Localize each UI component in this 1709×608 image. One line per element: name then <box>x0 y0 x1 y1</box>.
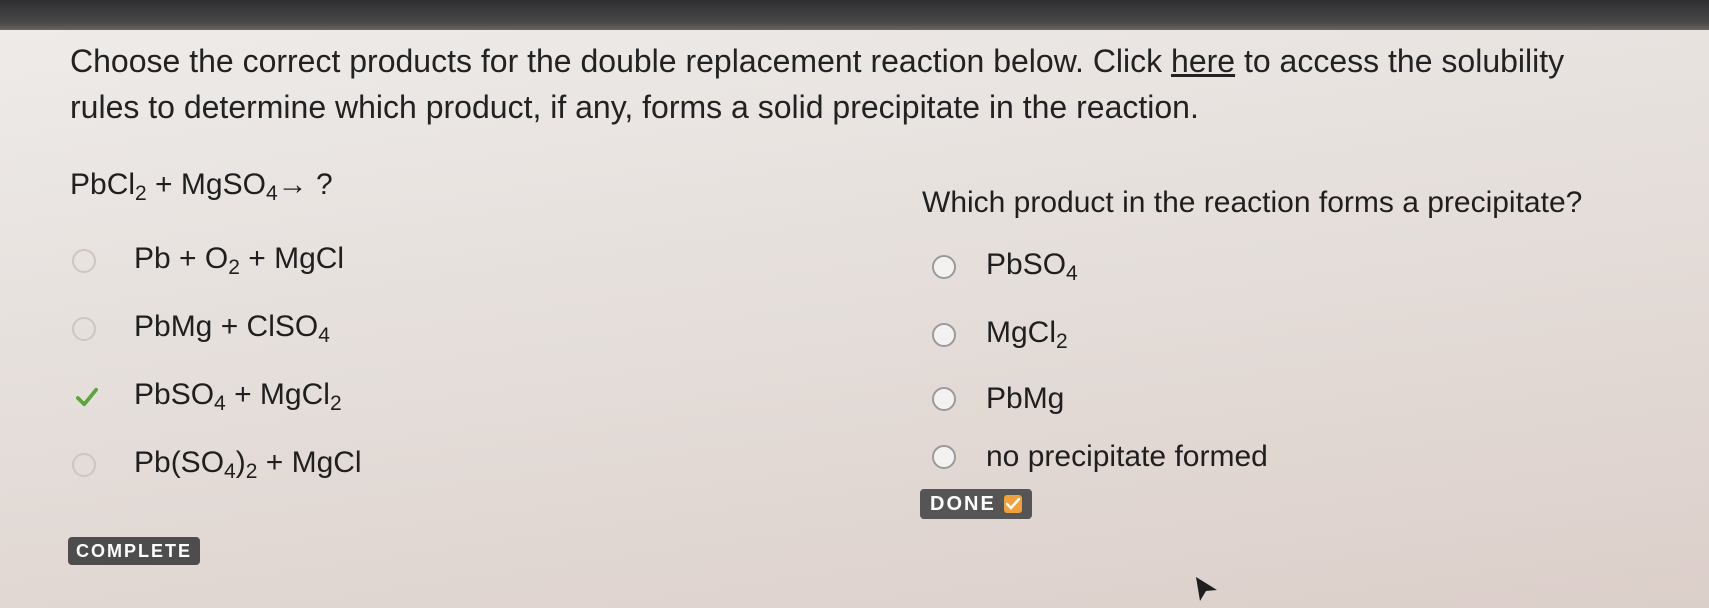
mouse-pointer-icon <box>1195 576 1219 607</box>
product-option-4[interactable]: Pb(SO4)2 + MgCl <box>72 446 362 484</box>
radio-button[interactable] <box>932 445 956 469</box>
product-option-1[interactable]: Pb + O2 + MgCl <box>72 242 344 280</box>
option-label: MgCl2 <box>986 316 1068 353</box>
precipitate-question: Which product in the reaction forms a pr… <box>922 186 1583 219</box>
product-option-3[interactable]: PbSO4 + MgCl2 <box>76 378 342 416</box>
option-label: PbMg + ClSO4 <box>134 310 330 347</box>
radio-button[interactable] <box>72 249 96 273</box>
solubility-rules-link[interactable]: here <box>1171 43 1235 79</box>
radio-button[interactable] <box>72 317 96 341</box>
radio-button[interactable] <box>932 387 956 411</box>
option-label: PbSO4 + MgCl2 <box>134 378 342 415</box>
done-badge: DONE <box>920 489 1032 519</box>
radio-button[interactable] <box>932 323 956 347</box>
check-icon <box>76 386 98 408</box>
precipitate-option-4[interactable]: no precipitate formed <box>932 440 1268 474</box>
option-label: PbSO4 <box>986 248 1078 285</box>
option-label: Pb + O2 + MgCl <box>134 242 345 279</box>
reaction-equation: PbCl2 + MgSO4→ ? <box>70 168 333 205</box>
option-label: PbMg <box>986 382 1065 415</box>
done-check-icon <box>1003 495 1022 513</box>
precipitate-option-2[interactable]: MgCl2 <box>932 316 1068 354</box>
option-label: Pb(SO4)2 + MgCl <box>134 446 362 483</box>
radio-button[interactable] <box>72 453 96 477</box>
product-option-2[interactable]: PbMg + ClSO4 <box>72 310 330 348</box>
precipitate-option-3[interactable]: PbMg <box>932 382 1064 416</box>
radio-button[interactable] <box>932 255 956 279</box>
complete-badge: COMPLETE <box>68 537 201 565</box>
instructions-text: Choose the correct products for the doub… <box>70 43 1565 125</box>
precipitate-option-1[interactable]: PbSO4 <box>932 248 1078 286</box>
option-label: no precipitate formed <box>986 440 1268 473</box>
